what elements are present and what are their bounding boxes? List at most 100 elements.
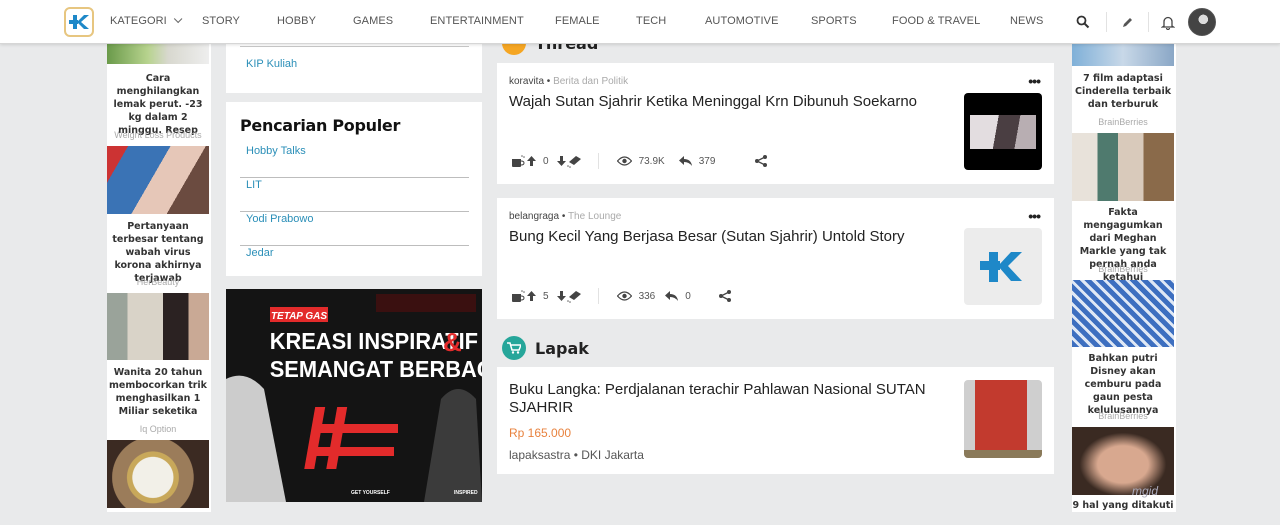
cendol-icon[interactable] [511, 154, 525, 168]
upvote-icon[interactable] [527, 156, 536, 166]
ad-title[interactable]: Cara menghilangkan lemak perut. -23 kg d… [107, 72, 209, 137]
ad-image[interactable] [1072, 280, 1174, 347]
nav-tech[interactable]: TECH [636, 15, 666, 27]
ad-title[interactable]: 7 film adaptasi Cinderella terbaik dan t… [1072, 72, 1174, 111]
popular-item[interactable]: Jedar [240, 246, 469, 280]
nav-entertainment[interactable]: ENTERTAINMENT [430, 15, 524, 27]
nav-games[interactable]: GAMES [353, 15, 393, 27]
ad-image[interactable] [107, 146, 209, 214]
kaskus-k-icon [69, 15, 89, 29]
nav-news[interactable]: NEWS [1010, 15, 1043, 27]
promo-banner[interactable]: TETAP GAS KREASI INSPIRATIF & SEMANGAT B… [226, 289, 482, 502]
action-divider [597, 288, 599, 304]
thread-author[interactable]: belangraga [509, 211, 559, 222]
cart-icon [502, 336, 526, 360]
nav-food-travel[interactable]: FOOD & TRAVEL [892, 15, 980, 27]
nav-sports[interactable]: SPORTS [811, 15, 857, 27]
popular-search-card: Pencarian Populer Hobby Talks LIT Yodi P… [226, 102, 482, 276]
thread-category[interactable]: Berita dan Politik [553, 76, 628, 87]
left-ad-column: Cara menghilangkan lemak perut. -23 kg d… [107, 44, 211, 512]
reply-count: 379 [698, 155, 716, 167]
popular-item[interactable]: Yodi Prabowo [240, 212, 469, 246]
more-options-icon[interactable]: ••• [1028, 73, 1041, 89]
kaskus-placeholder-icon [980, 252, 1022, 282]
action-divider [597, 153, 599, 169]
thread-category[interactable]: The Lounge [568, 211, 621, 222]
downvote-icon[interactable] [556, 291, 566, 301]
banner-person-left [226, 375, 286, 502]
reply-count: 0 [685, 290, 691, 302]
nav-hobby[interactable]: HOBBY [277, 15, 316, 27]
ad-source: HerBeauty [136, 277, 180, 287]
upvote-icon[interactable] [527, 291, 536, 301]
ad-image[interactable] [1072, 133, 1174, 201]
ad-source: Weight Loss Products [114, 130, 202, 140]
nav-female[interactable]: FEMALE [555, 15, 600, 27]
kip-kuliah-link[interactable]: KIP Kuliah [246, 58, 297, 70]
ad-title[interactable]: Pertanyaan terbesar tentang wabah virus … [107, 220, 209, 285]
ad-title[interactable]: Bahkan putri Disney akan cemburu pada ga… [1072, 352, 1174, 417]
thread-actions: 0 73.9K 379 [511, 152, 768, 170]
banner-tag: TETAP GAS [271, 311, 327, 322]
reply-icon[interactable] [678, 156, 692, 166]
kaskus-logo[interactable] [64, 7, 94, 37]
product-price: Rp 165.000 [509, 426, 572, 440]
thread-author[interactable]: koravita [509, 76, 544, 87]
ad-image[interactable] [1072, 44, 1174, 66]
view-count: 336 [638, 290, 656, 302]
cendol-icon[interactable] [511, 289, 525, 303]
share-icon[interactable] [755, 155, 768, 167]
ad-image[interactable] [107, 293, 209, 360]
meta-separator: • [570, 448, 582, 462]
product-title[interactable]: Buku Langka: Perdjalanan terachir Pahlaw… [509, 381, 949, 417]
banner-footer-right: INSPIRED [454, 490, 478, 496]
popular-item[interactable]: LIT [240, 178, 469, 212]
thumbnail-image [970, 115, 1036, 149]
kip-card: KIP Kuliah [226, 44, 482, 93]
bata-icon[interactable] [566, 154, 582, 168]
nav-kategori-label: KATEGORI [110, 15, 167, 27]
nav-automotive[interactable]: AUTOMOTIVE [705, 15, 779, 27]
reply-icon[interactable] [665, 291, 679, 301]
thread-actions: 5 336 0 [511, 287, 731, 305]
top-navbar: KATEGORI STORY HOBBY GAMES ENTERTAINMENT… [0, 0, 1280, 44]
share-icon[interactable] [718, 290, 731, 302]
banner-deco [376, 294, 476, 312]
thread-title[interactable]: Bung Kecil Yang Berjasa Besar (Sutan Sja… [509, 228, 904, 245]
ad-title[interactable]: 9 hal yang ditakuti [1072, 499, 1174, 512]
ad-image[interactable] [1072, 427, 1174, 495]
user-avatar[interactable] [1188, 8, 1216, 36]
seller-location: DKI Jakarta [581, 448, 644, 462]
mgid-label: mgid [1132, 484, 1159, 498]
popular-search-heading: Pencarian Populer [240, 116, 401, 135]
more-options-icon[interactable]: ••• [1028, 208, 1041, 224]
ad-title[interactable]: Wanita 20 tahun membocorkan trik menghas… [107, 366, 209, 418]
bata-icon[interactable] [566, 289, 582, 303]
thread-thumbnail[interactable] [964, 228, 1042, 305]
ad-image[interactable] [107, 44, 209, 64]
thread-thumbnail[interactable] [964, 93, 1042, 170]
thread-meta: koravita • Berita dan Politik [509, 76, 628, 87]
chevron-down-icon [173, 14, 183, 24]
bell-icon[interactable] [1158, 12, 1178, 32]
nav-divider [1106, 12, 1107, 32]
seller-name[interactable]: lapaksastra [509, 448, 570, 462]
views-icon [616, 291, 632, 301]
thread-title[interactable]: Wajah Sutan Sjahrir Ketika Meninggal Krn… [509, 93, 917, 110]
shelf [964, 450, 1042, 458]
downvote-icon[interactable] [556, 156, 566, 166]
product-thumbnail[interactable] [964, 380, 1042, 458]
banner-line2: SEMANGAT BERBAGI [270, 356, 482, 382]
ad-image[interactable] [107, 440, 209, 508]
ad-source: Iq Option [139, 424, 177, 434]
divider [240, 46, 469, 47]
search-icon[interactable] [1073, 12, 1093, 32]
ad-source: BrainBerries [1098, 264, 1148, 274]
banner-person-right [424, 389, 482, 502]
nav-story[interactable]: STORY [202, 15, 240, 27]
pencil-icon[interactable] [1117, 12, 1137, 32]
product-seller-info: lapaksastra • DKI Jakarta [509, 448, 644, 462]
popular-item[interactable]: Hobby Talks [240, 144, 469, 178]
nav-kategori[interactable]: KATEGORI [110, 14, 183, 27]
views-icon [616, 156, 632, 166]
